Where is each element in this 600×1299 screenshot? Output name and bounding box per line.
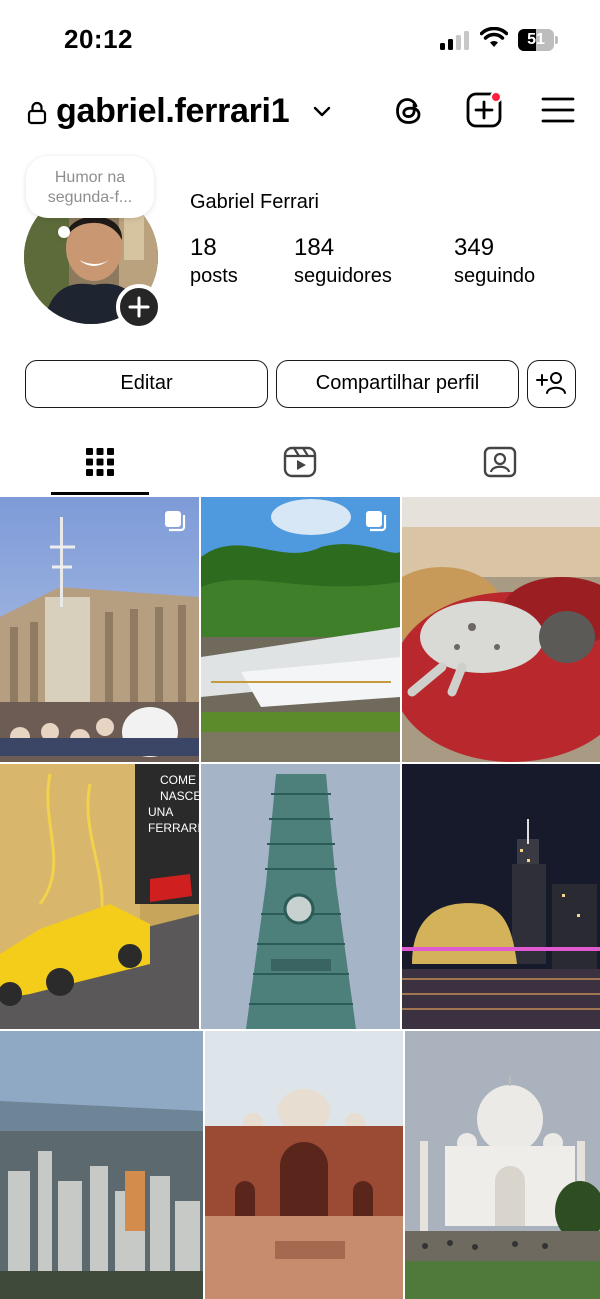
tab-tagged[interactable]: [400, 438, 600, 496]
post-thumbnail[interactable]: [405, 1031, 600, 1299]
note-text: Humor na segunda-f...: [47, 169, 133, 206]
stat-label: seguidores: [294, 265, 392, 287]
profile-header: gabriel.ferrari1: [0, 84, 600, 140]
lock-icon: [27, 101, 47, 125]
post-thumbnail[interactable]: COME NASCE UNA FERRARI: [0, 764, 199, 1029]
plus-icon: [128, 296, 150, 318]
grid-icon: [86, 448, 114, 476]
stat-value: 349: [454, 234, 495, 261]
post-thumbnail[interactable]: [402, 764, 600, 1029]
svg-text:UNA: UNA: [148, 805, 173, 819]
post-thumbnail[interactable]: [402, 497, 600, 762]
battery-level: 51: [527, 31, 545, 48]
status-time: 20:12: [64, 24, 133, 54]
share-profile-button[interactable]: Compartilhar perfil: [276, 360, 519, 408]
note-bubble[interactable]: Humor na segunda-f...: [26, 156, 154, 218]
threads-icon[interactable]: [390, 92, 428, 130]
add-user-icon: [535, 372, 566, 394]
svg-text:FERRARI: FERRARI: [148, 821, 199, 835]
svg-text:COME: COME: [160, 773, 196, 787]
tagged-icon: [483, 446, 517, 478]
notification-dot: [490, 91, 502, 103]
post-thumbnail[interactable]: [201, 764, 400, 1029]
full-name: Gabriel Ferrari: [190, 191, 319, 213]
stat-value: 18: [190, 234, 217, 261]
multiple-photos-icon: [366, 511, 387, 532]
post-thumbnail[interactable]: [201, 497, 400, 762]
battery-icon: 51: [518, 29, 558, 51]
signal-icon: [440, 30, 470, 50]
edit-profile-button[interactable]: Editar: [25, 360, 268, 408]
svg-text:NASCE: NASCE: [160, 789, 199, 803]
stat-following[interactable]: 349 seguindo: [454, 234, 535, 290]
posts-grid: COME NASCE UNA FERRARI: [0, 497, 600, 1299]
add-story-button[interactable]: [116, 284, 162, 330]
stat-label: posts: [190, 265, 238, 287]
post-thumbnail[interactable]: [0, 1031, 203, 1299]
discover-people-button[interactable]: [527, 360, 576, 408]
wifi-icon: [480, 27, 508, 47]
note-tail: [58, 226, 70, 238]
reels-icon: [283, 446, 317, 478]
stat-value: 184: [294, 234, 335, 261]
chevron-down-icon[interactable]: [313, 104, 331, 118]
tab-grid[interactable]: [0, 438, 200, 496]
username[interactable]: gabriel.ferrari1: [56, 92, 290, 131]
post-thumbnail[interactable]: [0, 497, 199, 762]
stat-followers[interactable]: 184 seguidores: [294, 234, 392, 290]
stat-posts[interactable]: 18 posts: [190, 234, 238, 290]
multiple-photos-icon: [165, 511, 186, 532]
post-thumbnail[interactable]: [205, 1031, 403, 1299]
profile-tabs: [0, 438, 600, 496]
status-bar: 20:12 51: [0, 0, 600, 80]
stat-label: seguindo: [454, 265, 536, 287]
tab-reels[interactable]: [200, 438, 400, 496]
active-tab-indicator: [51, 492, 149, 495]
menu-icon[interactable]: [541, 96, 575, 124]
